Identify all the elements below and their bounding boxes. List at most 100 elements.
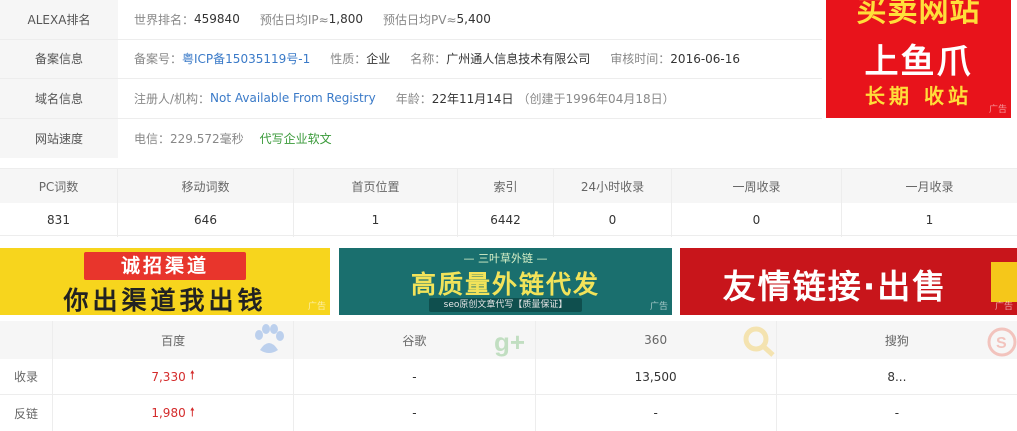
stats-value-pc: 831 [0, 203, 118, 237]
engine-row-indexed: 收录 7,330 🠕 - 13,500 8... [0, 359, 1017, 395]
channel-recruit-banner[interactable]: 诚招渠道 你出渠道我出钱 广告 [0, 248, 330, 315]
backlink-service-banner[interactable]: — 三叶草外链 — 高质量外链代发 seo原创文章代写【质量保证】 广告 [339, 248, 672, 315]
banner2-bottom: seo原创文章代写【质量保证】 [429, 298, 582, 312]
baidu-backlinks-value[interactable]: 1,980 [151, 406, 185, 420]
banner3-title: 友情链接·出售 [722, 267, 948, 306]
so360-search-icon [743, 326, 775, 357]
stats-header-24h: 24小时收录 [554, 169, 672, 203]
alexa-row: ALEXA排名 世界排名： 459840 预估日均IP≈ 1,800 预估日均P… [0, 0, 822, 40]
search-engine-table: 百度 谷歌 g+ 360 搜狗 S 收录 7,330 🠕 - 13,500 8.… [0, 321, 1017, 431]
buy-sell-site-ad[interactable]: 买卖网站 上鱼爪 长期 收站 广告 [826, 0, 1011, 118]
registrant-link[interactable]: Not Available From Registry [210, 91, 376, 105]
stats-value-24h: 0 [554, 203, 672, 237]
stats-value-month: 1 [925, 213, 934, 227]
daily-pv-value: 5,400 [456, 12, 491, 27]
banner3-ad-tag: 广告 [994, 302, 1013, 312]
baidu-indexed-value[interactable]: 7,330 [151, 370, 185, 384]
beian-date-key: 审核时间： [610, 52, 671, 67]
stats-header-row: PC词数 移动词数 首页位置 索引 24小时收录 一周收录 一月收录 [0, 169, 1017, 203]
stats-value-week: 0 [672, 203, 842, 237]
telecom-speed: 电信：229.572毫秒 [134, 131, 244, 146]
banner1-subtitle: 你出渠道我出钱 [63, 286, 267, 315]
banner2-top: — 三叶草外链 — [463, 252, 548, 265]
google-backlinks-value: - [293, 395, 534, 431]
domain-age-key: 年龄： [395, 91, 432, 106]
daily-ip-value: 1,800 [328, 12, 364, 27]
stats-header-month: 一月收录 [905, 179, 954, 194]
speed-content: 电信：229.572毫秒 代写企业软文 [118, 119, 822, 159]
banner1-pill: 诚招渠道 [84, 252, 246, 280]
stats-header-pc: PC词数 [0, 169, 118, 203]
google-plus-icon: g+ [494, 327, 525, 357]
baidu-backlinks-cell: 1,980 🠕 [52, 395, 293, 431]
domain-row: 域名信息 注册人/机构： Not Available From Registry… [0, 79, 822, 119]
google-label: 谷歌 [402, 333, 427, 348]
baidu-label: 百度 [161, 333, 186, 348]
ad-line-1: 买卖网站 [856, 0, 981, 29]
beian-label: 备案信息 [0, 39, 118, 78]
alexa-label: ALEXA排名 [0, 0, 118, 39]
banner1-ad-tag: 广告 [307, 302, 326, 312]
beian-name-key: 名称： [410, 52, 447, 67]
baidu-indexed-cell: 7,330 🠕 [52, 359, 293, 394]
stats-value-row: 831 646 1 6442 0 0 1 [0, 203, 1017, 237]
beian-type-key: 性质： [330, 52, 367, 67]
so360-label: 360 [644, 333, 668, 347]
engine-header-row: 百度 谷歌 g+ 360 搜狗 S [0, 321, 1017, 359]
alexa-content: 世界排名： 459840 预估日均IP≈ 1,800 预估日均PV≈ 5,400 [118, 0, 822, 39]
banner2-title: 高质量外链代发 [410, 270, 600, 299]
ad-line-3: 长期 收站 [865, 84, 972, 108]
sogou-logo-icon: S [987, 327, 1017, 357]
sogou-label: 搜狗 [884, 333, 909, 348]
domain-label: 域名信息 [0, 79, 118, 118]
registrant-key: 注册人/机构： [134, 91, 211, 106]
stats-value-index: 6442 [458, 203, 554, 237]
arrow-up-icon: 🠕 [189, 404, 195, 419]
sogou-backlinks-value: - [775, 395, 1017, 431]
engine-row-backlinks: 反链 1,980 🠕 - - - [0, 395, 1017, 431]
world-rank-key: 世界排名： [134, 12, 195, 27]
beian-content: 备案号： 粤ICP备15035119号-1 性质： 企业 名称： 广州通人信息技… [118, 40, 822, 79]
arrow-up-icon: 🠕 [189, 368, 195, 382]
site-info-panel: ALEXA排名 世界排名： 459840 预估日均IP≈ 1,800 预估日均P… [0, 0, 822, 158]
so360-indexed-value[interactable]: 13,500 [534, 359, 776, 394]
stats-header-index: 索引 [458, 169, 554, 203]
sogou-indexed-value[interactable]: 8... [775, 359, 1017, 394]
speed-label: 网站速度 [0, 118, 118, 158]
backlinks-label: 反链 [13, 406, 38, 421]
google-indexed-value: - [293, 359, 534, 394]
world-rank-value: 459840 [194, 12, 240, 27]
baidu-paw-icon [255, 324, 284, 353]
engine-header-360: 360 [534, 321, 776, 359]
ad-tag: 广告 [988, 105, 1007, 115]
indexed-label: 收录 [13, 370, 38, 384]
keyword-stats-table: PC词数 移动词数 首页位置 索引 24小时收录 一周收录 一月收录 831 6… [0, 168, 1017, 237]
so360-backlinks-value: - [534, 395, 776, 431]
engine-header-baidu: 百度 [52, 321, 293, 359]
engine-header-spacer [0, 321, 52, 359]
softarticle-link[interactable]: 代写企业软文 [260, 130, 332, 147]
daily-pv-key: 预估日均PV≈ [383, 12, 457, 27]
beian-num-key: 备案号： [134, 52, 183, 67]
banner2-ad-tag: 广告 [649, 302, 668, 312]
domain-created: （创建于1996年04月18日） [517, 91, 675, 106]
domain-age-value: 22年11月14日 [431, 91, 514, 106]
stats-header-mobile: 移动词数 [118, 169, 294, 203]
engine-header-google: 谷歌 g+ [293, 321, 534, 359]
beian-type-value: 企业 [366, 52, 391, 67]
stats-value-mobile: 646 [118, 203, 294, 237]
speed-row: 网站速度 电信：229.572毫秒 代写企业软文 [0, 118, 822, 159]
stats-header-homepage: 首页位置 [294, 169, 458, 203]
banner3-corner [991, 262, 1017, 302]
beian-row: 备案信息 备案号： 粤ICP备15035119号-1 性质： 企业 名称： 广州… [0, 39, 822, 79]
svg-text:S: S [996, 335, 1007, 352]
stats-value-homepage: 1 [294, 203, 458, 237]
beian-name-value: 广州通人信息技术有限公司 [446, 52, 591, 67]
engine-header-sogou: 搜狗 S [775, 321, 1017, 359]
friend-link-sale-banner[interactable]: 友情链接·出售 广告 [680, 248, 1017, 315]
domain-content: 注册人/机构： Not Available From Registry 年龄： … [118, 79, 822, 118]
beian-num-link[interactable]: 粤ICP备15035119号-1 [182, 50, 310, 67]
stats-header-week: 一周收录 [672, 169, 842, 203]
ad-line-2: 上鱼爪 [864, 42, 973, 82]
daily-ip-key: 预估日均IP≈ [259, 12, 329, 27]
